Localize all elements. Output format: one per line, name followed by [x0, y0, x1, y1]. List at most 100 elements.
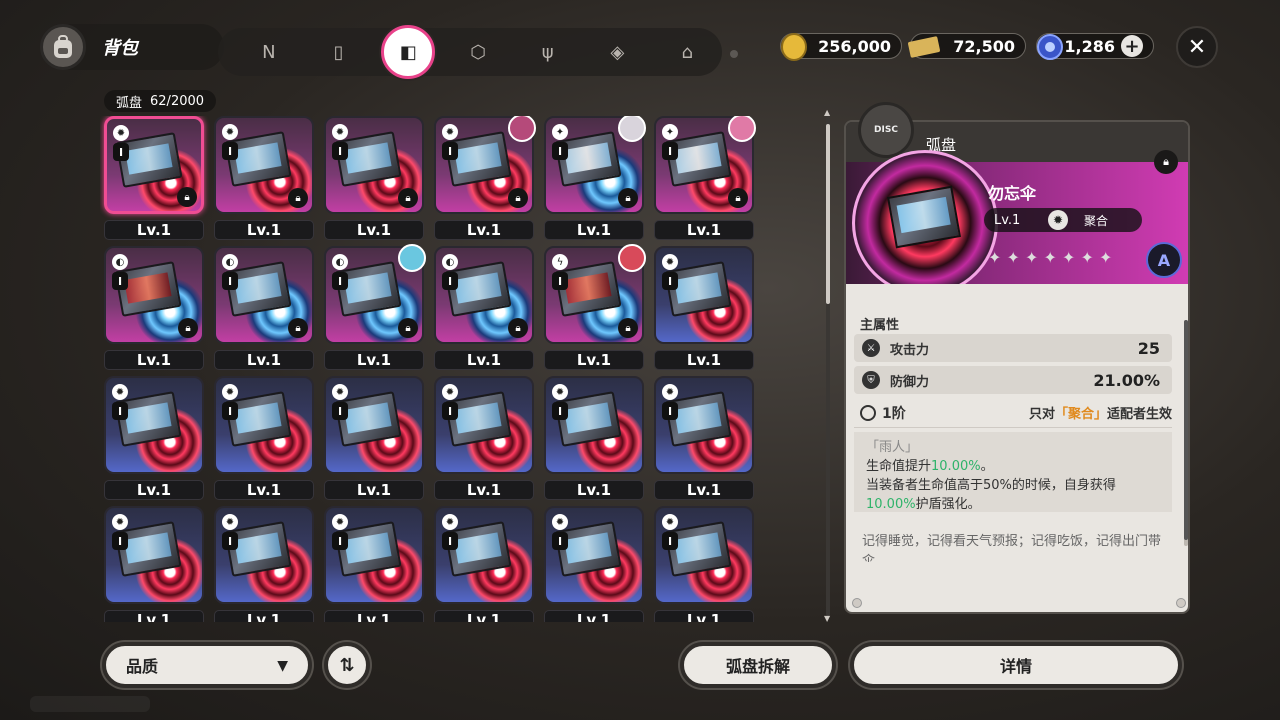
disc-level: Lv.1: [214, 480, 314, 500]
tab-fork-knife[interactable]: ψ: [513, 28, 583, 76]
stat-row-defense: ⛨ 防御力 21.00%: [854, 366, 1172, 394]
disc-item[interactable]: ✹ I Lv.1: [544, 506, 644, 622]
disc-count-label: 弧盘: [116, 95, 143, 111]
disc-card[interactable]: ◐ I 🔒︎: [104, 246, 204, 344]
disc-card[interactable]: ✹ I 🔒︎: [104, 116, 204, 214]
scroll-down-arrow[interactable]: ▼: [824, 614, 830, 623]
currency-dennies: 256,000: [780, 33, 902, 61]
disc-item[interactable]: ✹ I Lv.1: [434, 506, 534, 622]
polychrome-value: 1,286: [1064, 36, 1115, 56]
slot-number-icon: I: [112, 532, 128, 550]
tab-drive-disc[interactable]: ◧: [373, 25, 443, 79]
detail-scrollbar-thumb[interactable]: [1184, 320, 1188, 540]
lock-icon: 🔒︎: [288, 318, 308, 338]
disc-item[interactable]: ◐ I 🔒︎ Lv.1: [214, 246, 314, 370]
disc-level: Lv.1: [104, 480, 204, 500]
disc-item[interactable]: ◐ I 🔒︎ Lv.1: [104, 246, 204, 370]
disc-item[interactable]: ✹ I 🔒︎ Lv.1: [104, 116, 204, 240]
disc-item[interactable]: ✦ I 🔒︎ Lv.1: [654, 116, 756, 240]
detail-scrollbar[interactable]: [1184, 320, 1188, 546]
disc-level: Lv.1: [654, 350, 754, 370]
disc-card[interactable]: ◐ I 🔒︎: [214, 246, 314, 344]
disc-item[interactable]: ✹ I Lv.1: [434, 376, 534, 500]
disc-item[interactable]: ✹ I Lv.1: [104, 506, 204, 622]
disc-card[interactable]: ✹ I: [434, 376, 534, 474]
disc-card[interactable]: ✹ I: [434, 506, 534, 604]
dismantle-button[interactable]: 弧盘拆解: [680, 642, 836, 688]
inventory-scrollbar[interactable]: [826, 116, 830, 616]
home-icon: ⌂: [681, 41, 693, 63]
disc-card[interactable]: ✹ I: [324, 506, 424, 604]
disc-item[interactable]: ✹ I Lv.1: [654, 506, 754, 622]
disc-level: Lv.1: [544, 350, 644, 370]
disc-card[interactable]: ✹ I: [654, 506, 754, 604]
disc-card[interactable]: ✹ I: [214, 376, 314, 474]
disc-level: Lv.1: [654, 220, 754, 240]
disc-item[interactable]: ✹ I 🔒︎ Lv.1: [434, 116, 536, 240]
lock-toggle[interactable]: 🔒︎: [1154, 150, 1178, 174]
currency-film: 72,500: [908, 33, 1026, 59]
disc-card[interactable]: ✹ I: [104, 506, 204, 604]
lock-icon: 🔒︎: [398, 188, 418, 208]
sort-order-button[interactable]: ⇅: [324, 642, 370, 688]
disc-item[interactable]: ✹ I Lv.1: [214, 376, 314, 500]
disc-card[interactable]: ✹ I: [544, 506, 644, 604]
tab-ticket[interactable]: ◈: [583, 28, 653, 76]
disc-item[interactable]: ✹ I 🔒︎ Lv.1: [214, 116, 314, 240]
currency-polychrome: 1,286 +: [1036, 33, 1154, 60]
disc-art: [886, 185, 962, 249]
disc-card[interactable]: ✹ I: [654, 246, 754, 344]
details-button[interactable]: 详情: [850, 642, 1182, 688]
disc-item[interactable]: ✹ I Lv.1: [654, 376, 754, 500]
disc-item[interactable]: ✹ I Lv.1: [654, 246, 754, 370]
attribute-icon: ϟ: [552, 254, 568, 270]
slot-number-icon: I: [552, 272, 568, 290]
cube-icon: ⬡: [470, 41, 486, 63]
category-tabs: N ▯ ◧ ⬡ ψ ◈ ⌂: [218, 25, 722, 79]
top-bar: 背包 N ▯ ◧ ⬡ ψ ◈ ⌂ 256,000 72,500 1,286 + ✕: [0, 0, 1280, 90]
disc-properties: 主属性 ⚔ 攻击力 25 ⛨ 防御力 21.00% 1阶 只对「聚合」适配者生效…: [846, 284, 1188, 612]
flavor-text: 记得睡觉，记得看天气预报；记得吃饭，记得出门带伞: [862, 534, 1162, 562]
attribute-icon: ✹: [222, 124, 238, 140]
disc-card[interactable]: ✹ I: [214, 506, 314, 604]
lock-icon: 🔒︎: [618, 188, 638, 208]
tab-home[interactable]: ⌂: [652, 28, 722, 76]
slot-number-icon: I: [332, 272, 348, 290]
disc-item[interactable]: ✹ I Lv.1: [104, 376, 204, 500]
disc-item[interactable]: ✹ I 🔒︎ Lv.1: [324, 116, 424, 240]
slot-number-icon: I: [332, 532, 348, 550]
disc-item[interactable]: ✦ I 🔒︎ Lv.1: [544, 116, 646, 240]
disc-card[interactable]: ✹ I: [104, 376, 204, 474]
tab-scroll-dot: [730, 50, 738, 58]
disc-card[interactable]: ✹ I: [654, 376, 754, 474]
disc-item[interactable]: ✹ I Lv.1: [214, 506, 314, 622]
disc-item[interactable]: ✹ I Lv.1: [544, 376, 644, 500]
disc-card[interactable]: ✹ I: [544, 376, 644, 474]
disc-card[interactable]: ✹ I 🔒︎: [324, 116, 424, 214]
corner-dot: [852, 598, 862, 608]
inventory-title-pill: 背包: [40, 24, 224, 70]
tab-cube[interactable]: ⬡: [443, 28, 513, 76]
disc-card[interactable]: ✹ I: [324, 376, 424, 474]
lock-icon: 🔒︎: [508, 318, 528, 338]
close-button[interactable]: ✕: [1176, 26, 1218, 68]
disc-item[interactable]: ✹ I Lv.1: [324, 376, 424, 500]
tab-n-logo[interactable]: N: [234, 28, 304, 76]
tab-gameboy[interactable]: ▯: [304, 28, 374, 76]
page-title: 背包: [102, 38, 138, 59]
disc-level: Lv.1: [544, 480, 644, 500]
disc-item[interactable]: ◐ I 🔒︎ Lv.1: [434, 246, 534, 370]
disc-card[interactable]: ◐ I 🔒︎: [434, 246, 534, 344]
attribute-icon: ✹: [442, 384, 458, 400]
add-currency-button[interactable]: +: [1121, 35, 1143, 57]
tier-condition: 只对「聚合」适配者生效: [1028, 407, 1172, 422]
equipped-agent-avatar: [398, 244, 426, 272]
lock-icon: 🔒︎: [508, 188, 528, 208]
disc-item[interactable]: ◐ I 🔒︎ Lv.1: [324, 244, 426, 370]
scrollbar-thumb[interactable]: [826, 124, 830, 304]
disc-card[interactable]: ✹ I 🔒︎: [214, 116, 314, 214]
disc-item[interactable]: ✹ I Lv.1: [324, 506, 424, 622]
sort-dropdown[interactable]: 品质 ▼: [102, 642, 312, 688]
disc-item[interactable]: ϟ I 🔒︎ Lv.1: [544, 244, 646, 370]
disc-tag: 聚合: [1084, 213, 1109, 228]
